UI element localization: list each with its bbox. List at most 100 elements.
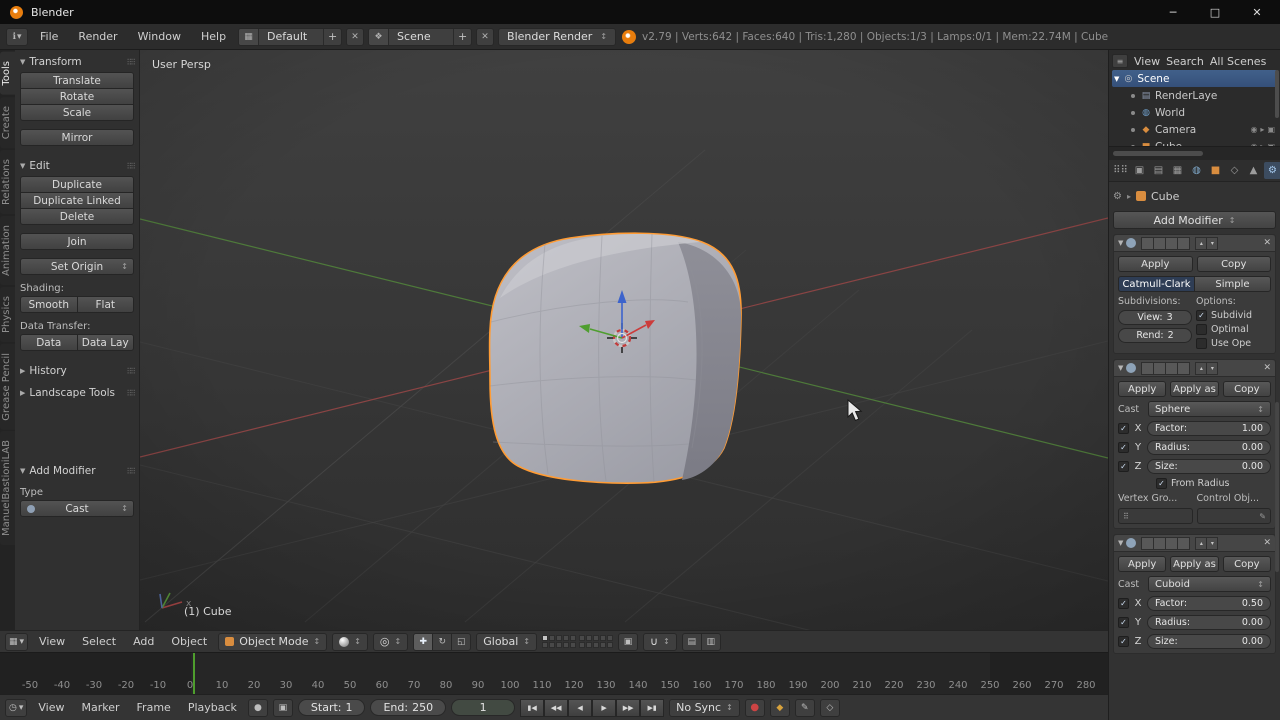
set-origin-dropdown[interactable]: Set Origin ↕ [20,258,134,275]
editor-type-outliner-icon[interactable]: ≡ [1112,54,1128,68]
data-layout-button[interactable]: Data Lay [76,334,134,351]
outliner-row-world[interactable]: ◍ World [1112,104,1277,121]
z-enabled-checkbox[interactable]: ✓ [1118,636,1129,647]
auto-keyframe-record-icon[interactable]: ● [744,698,765,717]
shelf-tab-animation[interactable]: Animation [0,215,15,285]
menu-view[interactable]: View [33,635,71,648]
menu-window[interactable]: Window [130,30,189,43]
modifier-header[interactable]: ▼ ▴ ▾ ✕ [1114,360,1275,377]
layer-dot[interactable] [556,642,563,648]
from-radius-checkbox[interactable]: ✓ From Radius [1156,478,1271,489]
tab-render-layers[interactable]: ▤ [1150,162,1167,179]
shelf-tab-grease-pencil[interactable]: Grease Pencil [0,343,15,430]
tab-render[interactable]: ▣ [1131,162,1148,179]
copy-button[interactable]: Copy [1222,556,1271,572]
move-down-icon[interactable]: ▾ [1206,236,1219,250]
move-down-icon[interactable]: ▾ [1206,361,1219,375]
layer-dot[interactable] [607,642,614,648]
subdivide-uvs-checkbox[interactable]: ✓ Subdivid [1196,310,1271,321]
y-enabled-checkbox[interactable]: ✓ [1118,442,1129,453]
prev-keyframe-button[interactable]: ◀◀ [544,698,569,717]
vertex-group-field[interactable]: ⠿ [1118,508,1193,524]
horizontal-scrollbar[interactable] [1113,151,1203,156]
render-engine-select[interactable]: Blender Render ↕ [498,27,617,46]
scale-button[interactable]: Scale [20,104,134,121]
tab-scene[interactable]: ▦ [1169,162,1186,179]
shelf-tab-create[interactable]: Create [0,96,15,148]
cage-toggle-icon[interactable] [1177,536,1191,550]
add-scene-button[interactable]: + [453,28,471,45]
add-modifier-panel-header[interactable]: ▼ Add Modifier ⠿⠿ [20,463,136,479]
apply-button[interactable]: Apply [1118,556,1167,572]
delete-scene-button[interactable]: ✕ [476,27,495,46]
duplicate-button[interactable]: Duplicate [20,176,134,193]
viewport-canvas[interactable]: x [140,50,1108,630]
jump-end-button[interactable]: ▶▮ [640,698,665,717]
sync-dropdown[interactable]: No Sync ↕ [669,698,740,717]
editor-type-properties-icon[interactable]: ⠿⠿ [1112,162,1129,179]
delete-button[interactable]: Delete [20,208,134,225]
edit-panel-header[interactable]: ▼ Edit ⠿⠿ [20,158,136,174]
layer-dot[interactable] [593,642,600,648]
layer-dot[interactable] [607,635,614,641]
size-field[interactable]: Size: 0.00 [1147,459,1271,474]
layer-dot[interactable] [600,635,607,641]
play-reverse-button[interactable]: ◀ [568,698,593,717]
rotate-manipulator-icon[interactable]: ↻ [432,632,453,651]
outliner-menu-view[interactable]: View [1134,55,1160,68]
jump-start-button[interactable]: ▮◀ [520,698,545,717]
modifier-header[interactable]: ▼ ▴ ▾ ✕ [1114,235,1275,252]
layer-dot[interactable] [593,635,600,641]
translate-manipulator-icon[interactable]: ✚ [413,632,434,651]
factor-field[interactable]: Factor: 1.00 [1147,421,1271,436]
flat-button[interactable]: Flat [76,296,134,313]
copy-button[interactable]: Copy [1196,256,1271,272]
delete-keyframe-icon[interactable]: ◇ [819,698,840,717]
radius-field[interactable]: Radius: 0.00 [1147,615,1271,630]
delete-modifier-icon[interactable]: ✕ [1263,238,1271,248]
join-button[interactable]: Join [20,233,134,250]
outliner-row-cube[interactable]: ■ Cube ◉ ▸ ▣ [1112,138,1277,146]
apply-as-button[interactable]: Apply as [1170,381,1219,397]
cast-type-dropdown[interactable]: Sphere ↕ [1148,401,1271,417]
layer-dot[interactable] [586,635,593,641]
outliner-row-renderlayers[interactable]: ▤ RenderLaye [1112,87,1277,104]
layer-dot[interactable] [556,635,563,641]
shelf-tab-manuelbastionilab[interactable]: ManuelBastioniLAB [0,431,15,546]
modifier-header[interactable]: ▼ ▴ ▾ ✕ [1114,535,1275,552]
translate-button[interactable]: Translate [20,72,134,89]
mode-dropdown[interactable]: Object Mode ↕ [218,632,328,651]
layer-dot[interactable] [570,642,577,648]
add-layout-button[interactable]: + [323,28,341,45]
smooth-button[interactable]: Smooth [20,296,78,313]
delete-modifier-icon[interactable]: ✕ [1263,363,1271,373]
current-frame-playhead[interactable] [193,653,195,694]
copy-button[interactable]: Copy [1222,381,1271,397]
optimal-display-checkbox[interactable]: Optimal [1196,324,1271,335]
insert-keyframe-icon[interactable]: ✎ [794,698,815,717]
tab-constraints[interactable]: ◇ [1226,162,1243,179]
menu-help[interactable]: Help [193,30,234,43]
layer-dot[interactable] [579,642,586,648]
mirror-button[interactable]: Mirror [20,129,134,146]
menu-marker[interactable]: Marker [76,701,126,714]
apply-button[interactable]: Apply [1118,381,1167,397]
panel-grip-icon[interactable]: ⠿⠿ [126,58,136,67]
delete-layout-button[interactable]: ✕ [346,27,365,46]
screen-layout-selector[interactable]: ▦ Default + [238,27,343,46]
tab-object[interactable]: ■ [1207,162,1224,179]
minimize-button[interactable]: ─ [1166,6,1180,19]
cast-type-dropdown[interactable]: Cuboid ↕ [1148,576,1271,592]
timeline-ruler[interactable]: -50 -40 -30 -20 -10 0 10 20 30 40 50 60 70 80 90 100 110… [0,652,1108,694]
z-enabled-checkbox[interactable]: ✓ [1118,461,1129,472]
current-frame-field[interactable]: 1 [451,699,516,716]
render-opengl-image-icon[interactable]: ▤ [681,632,702,651]
landscape-panel-header[interactable]: ▶ Landscape Tools ⠿⠿ [20,385,136,401]
play-button[interactable]: ▶ [592,698,617,717]
tab-modifiers[interactable]: ⚙ [1264,162,1280,179]
layer-dot[interactable] [542,635,549,641]
tab-object-data[interactable]: ▲ [1245,162,1262,179]
radius-field[interactable]: Radius: 0.00 [1147,440,1271,455]
visibility-eye-icon[interactable]: ◉ [1250,125,1257,134]
panel-grip-icon[interactable]: ⠿⠿ [126,162,136,171]
